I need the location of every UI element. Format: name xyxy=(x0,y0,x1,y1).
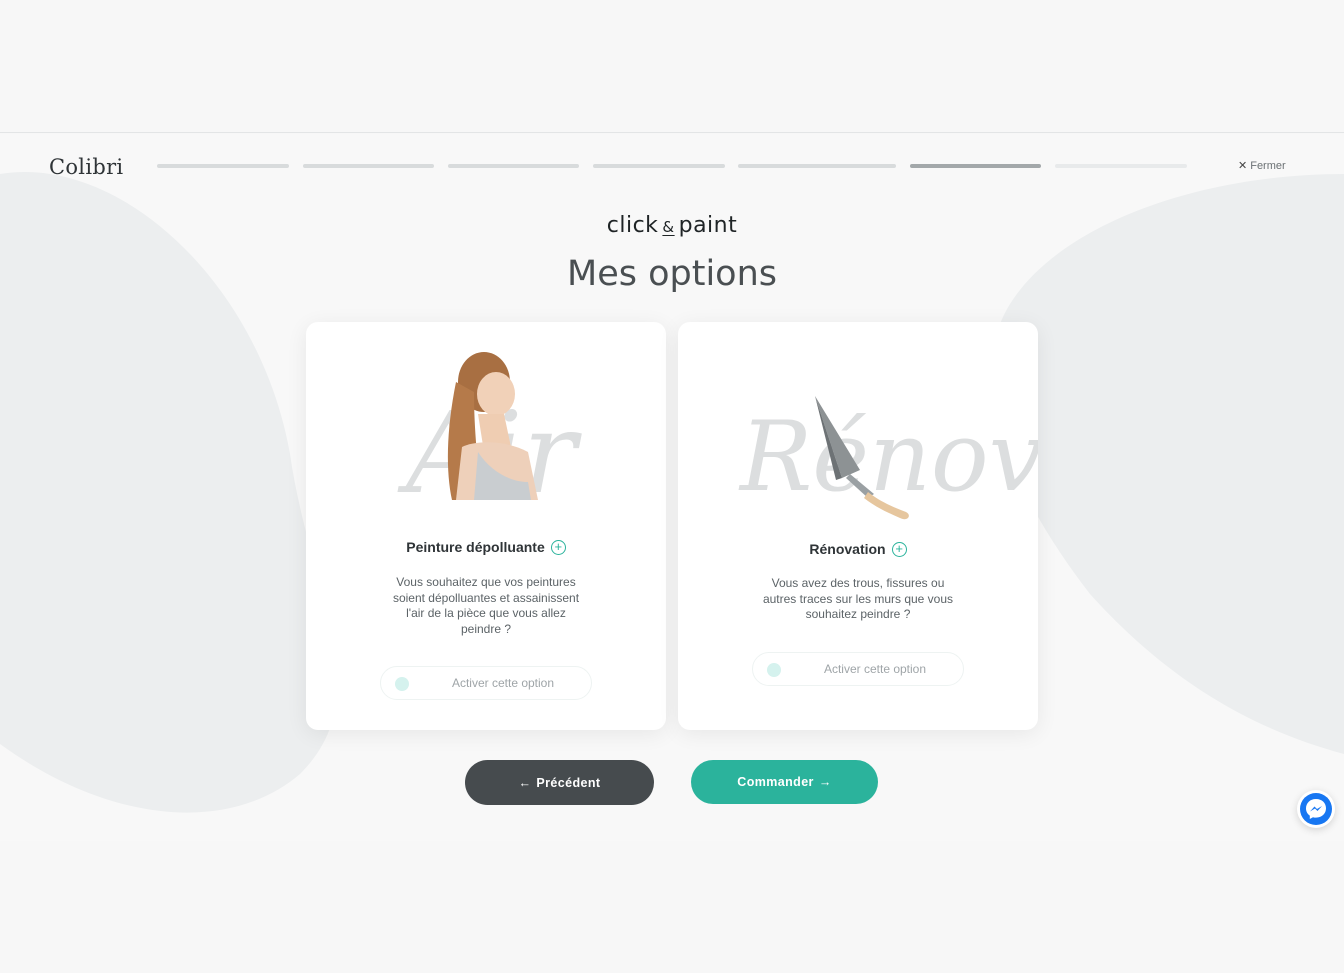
trowel-image: Rénov xyxy=(738,396,1038,520)
arrow-left-icon: ← xyxy=(518,775,532,790)
close-label: Fermer xyxy=(1250,159,1286,172)
toggle-label: Activer cette option xyxy=(823,662,927,676)
brand-left: click xyxy=(606,213,659,238)
messenger-chat-button[interactable] xyxy=(1297,790,1335,828)
option-description: Vous souhaitez que vos peintures soient … xyxy=(392,575,580,637)
option-card-renovation: Rénov Rénovation + Vous avez des trous, … xyxy=(678,322,1038,730)
previous-label: Précédent xyxy=(536,775,601,790)
order-label: Commander xyxy=(737,775,814,789)
close-button[interactable]: ✕ Fermer xyxy=(1238,159,1286,173)
plus-circle-icon[interactable]: + xyxy=(550,539,566,555)
script-word-renov: Rénov xyxy=(738,401,1038,513)
option-title-row: Rénovation + xyxy=(678,541,1038,557)
activate-option-toggle[interactable]: Activer cette option xyxy=(380,666,592,700)
bottom-blank-band xyxy=(0,841,1344,973)
woman-breathing-image: Air xyxy=(397,352,583,519)
option-card-depolluting-paint: Air Peinture dépolluante + Vous souhaite… xyxy=(306,322,666,730)
colibri-logo[interactable]: Colibri xyxy=(49,155,123,179)
brand-amp: & xyxy=(662,218,675,236)
brand-right: paint xyxy=(678,213,738,238)
activate-option-toggle[interactable]: Activer cette option xyxy=(752,652,964,686)
progress-step-5 xyxy=(738,164,896,168)
background-blobs xyxy=(0,171,1344,813)
option-description: Vous avez des trous, fissures ou autres … xyxy=(762,576,954,622)
toggle-label: Activer cette option xyxy=(451,676,555,690)
messenger-icon xyxy=(1300,793,1332,825)
progress-step-1 xyxy=(157,164,289,168)
previous-button[interactable]: ← Précédent xyxy=(465,760,654,805)
option-title: Rénovation xyxy=(809,541,886,557)
wizard-stage: Colibri ✕ Fermer click & paint Mes options… xyxy=(0,134,1344,841)
option-title: Peinture dépolluante xyxy=(406,539,545,555)
close-icon: ✕ xyxy=(1238,160,1248,172)
progress-step-7 xyxy=(1055,164,1187,168)
option-title-row: Peinture dépolluante + xyxy=(306,539,666,555)
plus-circle-icon[interactable]: + xyxy=(891,541,907,557)
progress-step-3 xyxy=(448,164,579,168)
click-and-paint-brand: click & paint xyxy=(0,213,1344,238)
progress-step-4 xyxy=(593,164,725,168)
page-title: Mes options xyxy=(567,254,777,294)
order-button[interactable]: Commander → xyxy=(691,760,878,804)
progress-step-2 xyxy=(303,164,434,168)
progress-step-6 xyxy=(910,164,1041,168)
top-blank-band xyxy=(0,0,1344,133)
arrow-right-icon: → xyxy=(818,775,832,789)
